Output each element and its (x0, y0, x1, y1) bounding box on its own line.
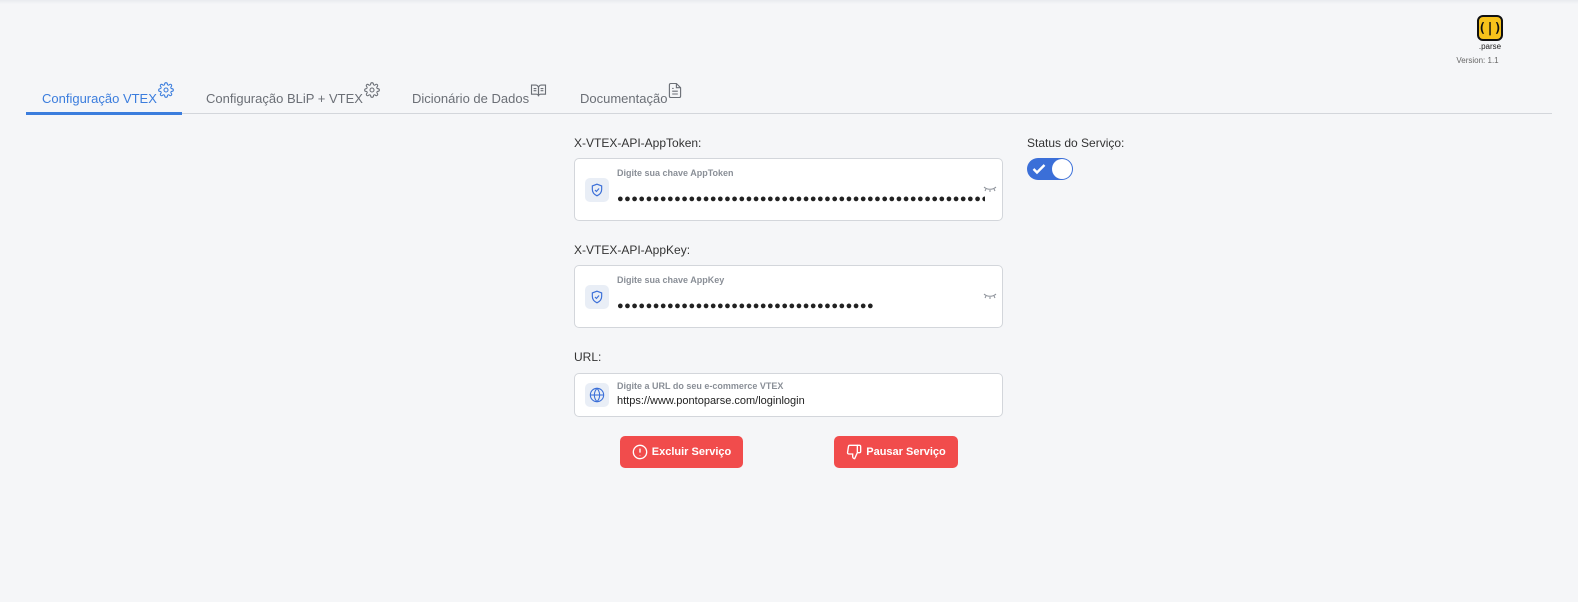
tab-bar: Configuração VTEX Configuração BLiP + VT… (26, 74, 1552, 115)
delete-service-button[interactable]: Excluir Serviço (620, 436, 743, 468)
shield-check-icon (585, 178, 609, 202)
globe-icon (585, 383, 609, 407)
delete-service-label: Excluir Serviço (651, 446, 732, 458)
eye-closed-icon[interactable] (983, 184, 997, 194)
status-label: Status do Serviço: (1027, 136, 1125, 150)
service-status-toggle[interactable] (1027, 158, 1073, 180)
appkey-label: X-VTEX-API-AppKey: (574, 243, 691, 257)
appkey-input[interactable]: ●●●●●●●●●●●●●●●●●●●●●●●●●●●●●●●●●●●● (617, 300, 985, 312)
url-placeholder: Digite a URL do seu e-commerce VTEX (617, 381, 784, 391)
tab-label: Configuração BLiP + VTEX (206, 90, 363, 106)
checkmark-icon (1032, 164, 1046, 175)
gear-icon (364, 82, 380, 98)
alert-circle-icon (632, 444, 648, 460)
gear-icon (158, 82, 174, 98)
apptoken-input[interactable]: ●●●●●●●●●●●●●●●●●●●●●●●●●●●●●●●●●●●●●●●●… (617, 193, 985, 205)
toggle-knob (1052, 159, 1072, 179)
url-label: URL: (574, 350, 602, 364)
apptoken-placeholder: Digite sua chave AppToken (617, 168, 734, 178)
top-shade (0, 0, 1578, 4)
url-input[interactable]: https://www.pontoparse.com/loginlogin (617, 395, 987, 407)
appkey-field[interactable]: Digite sua chave AppKey ●●●●●●●●●●●●●●●●… (574, 265, 1003, 328)
thumbs-down-icon (847, 444, 862, 460)
shield-check-icon (585, 285, 609, 309)
tab-documentacao[interactable]: Documentação (580, 74, 690, 114)
url-field[interactable]: Digite a URL do seu e-commerce VTEX http… (574, 373, 1003, 417)
logo-text: .parse (1478, 42, 1502, 51)
tab-configuracao-blip-vtex[interactable]: Configuração BLiP + VTEX (206, 74, 386, 114)
tab-configuracao-vtex[interactable]: Configuração VTEX (26, 74, 182, 115)
tab-dicionario-de-dados[interactable]: Dicionário de Dados (412, 74, 552, 114)
version-label: Version: 1.1 (1456, 56, 1499, 65)
parse-logo: (|) .parse (1476, 15, 1504, 51)
parse-logo-icon: (|) (1477, 15, 1503, 41)
document-icon (669, 82, 682, 98)
tab-label: Configuração VTEX (42, 90, 157, 106)
apptoken-label: X-VTEX-API-AppToken: (574, 136, 702, 150)
eye-closed-icon[interactable] (983, 291, 997, 301)
tab-label: Documentação (580, 90, 668, 106)
tab-label: Dicionário de Dados (412, 90, 530, 106)
apptoken-field[interactable]: Digite sua chave AppToken ●●●●●●●●●●●●●●… (574, 158, 1003, 221)
pause-service-button[interactable]: Pausar Serviço (834, 436, 958, 468)
pause-service-label: Pausar Serviço (866, 446, 946, 458)
appkey-placeholder: Digite sua chave AppKey (617, 275, 725, 285)
book-icon (531, 84, 547, 97)
